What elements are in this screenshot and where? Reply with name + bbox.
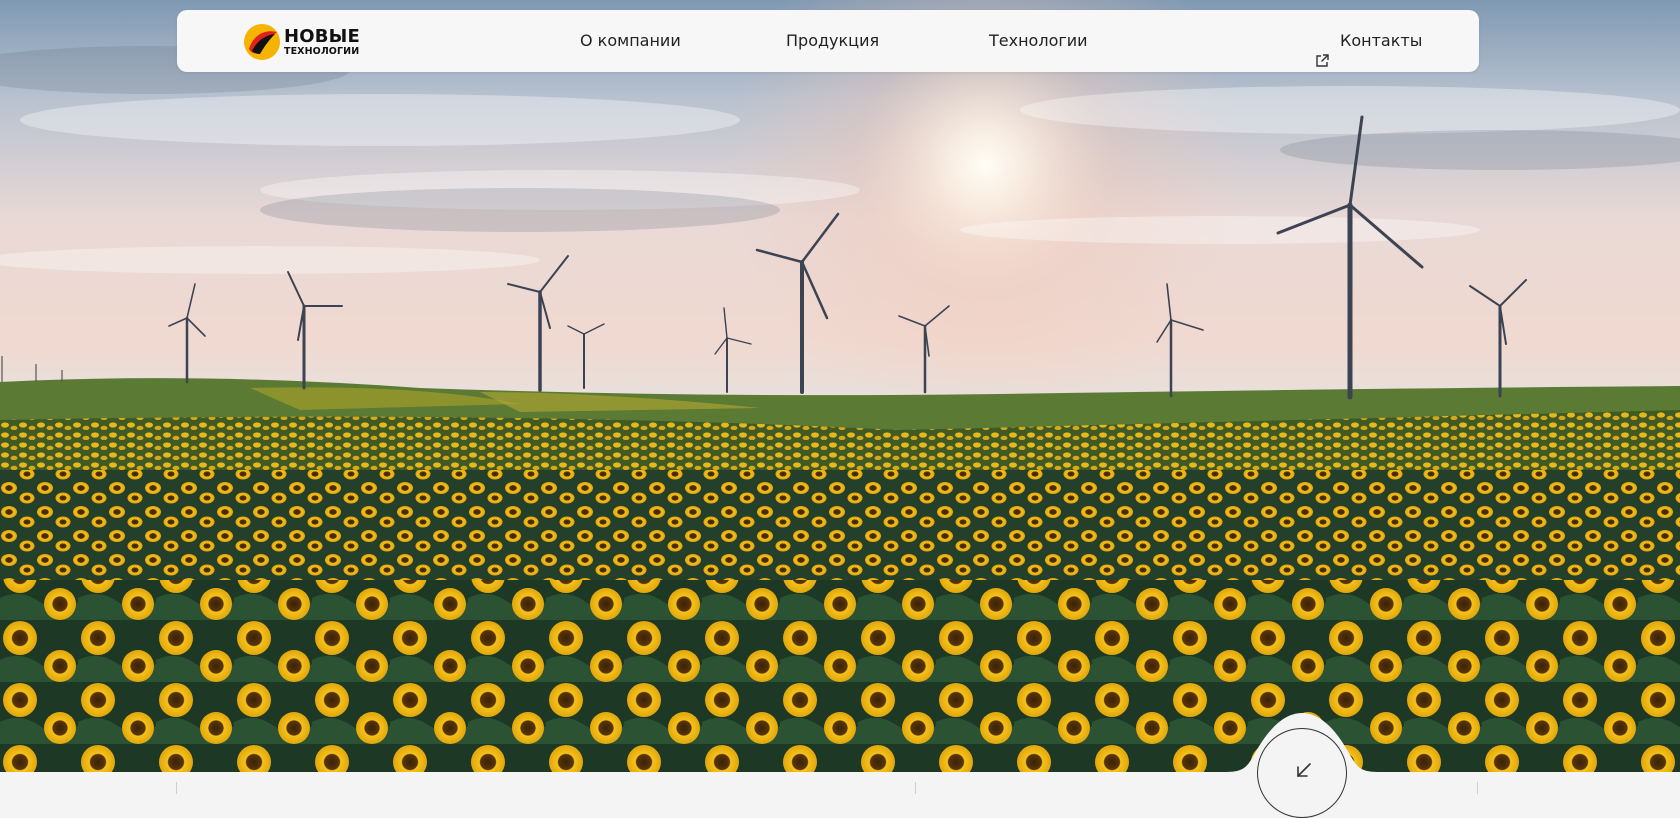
column-divider bbox=[176, 782, 177, 794]
nav-link-about[interactable]: О компании bbox=[580, 10, 681, 72]
arrow-down-left-icon bbox=[1294, 761, 1314, 781]
logo-line1: НОВЫЕ bbox=[284, 25, 361, 47]
contacts-label: Контакты bbox=[1340, 31, 1423, 50]
hero-banner bbox=[0, 0, 1680, 772]
nav-link-products[interactable]: Продукция bbox=[786, 10, 879, 72]
top-navbar: НОВЫЕ ТЕХНОЛОГИИ О компании Продукция Те… bbox=[177, 10, 1479, 72]
hero-image bbox=[0, 0, 1680, 772]
content-section-top bbox=[0, 772, 1680, 794]
nav-link-technologies[interactable]: Технологии bbox=[989, 10, 1088, 72]
column-divider bbox=[915, 782, 916, 794]
logo-line2: ТЕХНОЛОГИИ bbox=[284, 45, 360, 57]
nav-link-contacts[interactable]: Контакты bbox=[1314, 10, 1422, 72]
column-divider bbox=[1477, 782, 1478, 794]
external-link-icon bbox=[1314, 33, 1330, 67]
company-logo[interactable]: НОВЫЕ ТЕХНОЛОГИИ bbox=[243, 23, 360, 61]
scroll-down-button[interactable] bbox=[1257, 728, 1347, 818]
logo-icon bbox=[243, 23, 281, 61]
